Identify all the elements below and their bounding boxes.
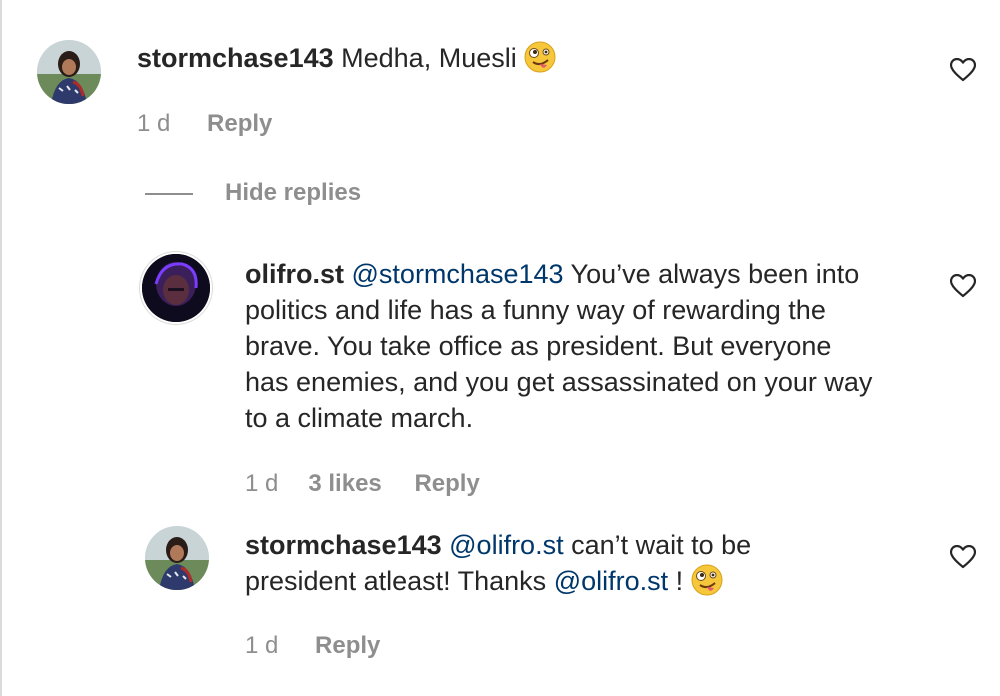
like-heart-icon[interactable] xyxy=(949,273,977,298)
comment-meta: 1 d Reply xyxy=(137,109,272,139)
mention-link[interactable]: @stormchase143 xyxy=(352,259,564,289)
reply-meta: 1 d Reply xyxy=(245,631,380,661)
reply-time[interactable]: 1 d xyxy=(245,470,278,497)
zany-face-emoji-icon xyxy=(691,564,723,596)
reply-button[interactable]: Reply xyxy=(315,632,380,659)
reply-body-line: has enemies, and you get assassinated on… xyxy=(245,367,873,397)
like-heart-icon[interactable] xyxy=(949,544,977,569)
like-heart-icon[interactable] xyxy=(949,57,977,82)
likes-count[interactable]: 3 likes xyxy=(308,470,381,497)
comment-time[interactable]: 1 d xyxy=(137,110,170,137)
hide-replies-button[interactable]: Hide replies xyxy=(225,178,361,208)
reply-text: stormchase143 @olifro.st can’t wait to b… xyxy=(245,527,925,599)
avatar[interactable] xyxy=(142,254,210,322)
comment-username[interactable]: stormchase143 xyxy=(137,43,334,73)
reply-username[interactable]: olifro.st xyxy=(245,259,344,289)
comment-body: Medha, Muesli xyxy=(341,43,517,73)
reply-button[interactable]: Reply xyxy=(207,110,272,137)
zany-face-emoji-icon xyxy=(524,41,556,73)
reply-time[interactable]: 1 d xyxy=(245,632,278,659)
reply-button[interactable]: Reply xyxy=(414,470,479,497)
replies-divider xyxy=(145,193,193,195)
mention-link[interactable]: @olifro.st xyxy=(449,530,563,560)
reply-meta: 1 d 3 likes Reply xyxy=(245,469,480,499)
reply-username[interactable]: stormchase143 xyxy=(245,530,442,560)
avatar[interactable] xyxy=(145,526,209,590)
reply-text: olifro.st @stormchase143 You’ve always b… xyxy=(245,256,925,436)
reply-body-line: politics and life has a funny way of rew… xyxy=(245,295,826,325)
reply-body-line: can’t wait to be xyxy=(563,530,752,560)
reply-body-line: brave. You take office as president. But… xyxy=(245,331,832,361)
mention-link[interactable]: @olifro.st xyxy=(554,566,668,596)
reply-body-line: ! xyxy=(668,566,684,596)
avatar[interactable] xyxy=(37,40,101,104)
comment-text: stormchase143 Medha, Muesli xyxy=(137,40,897,76)
reply-body-line: to a climate march. xyxy=(245,403,474,433)
reply-body-line: You’ve always been into xyxy=(563,259,860,289)
reply-body-line: president atleast! Thanks xyxy=(245,566,554,596)
